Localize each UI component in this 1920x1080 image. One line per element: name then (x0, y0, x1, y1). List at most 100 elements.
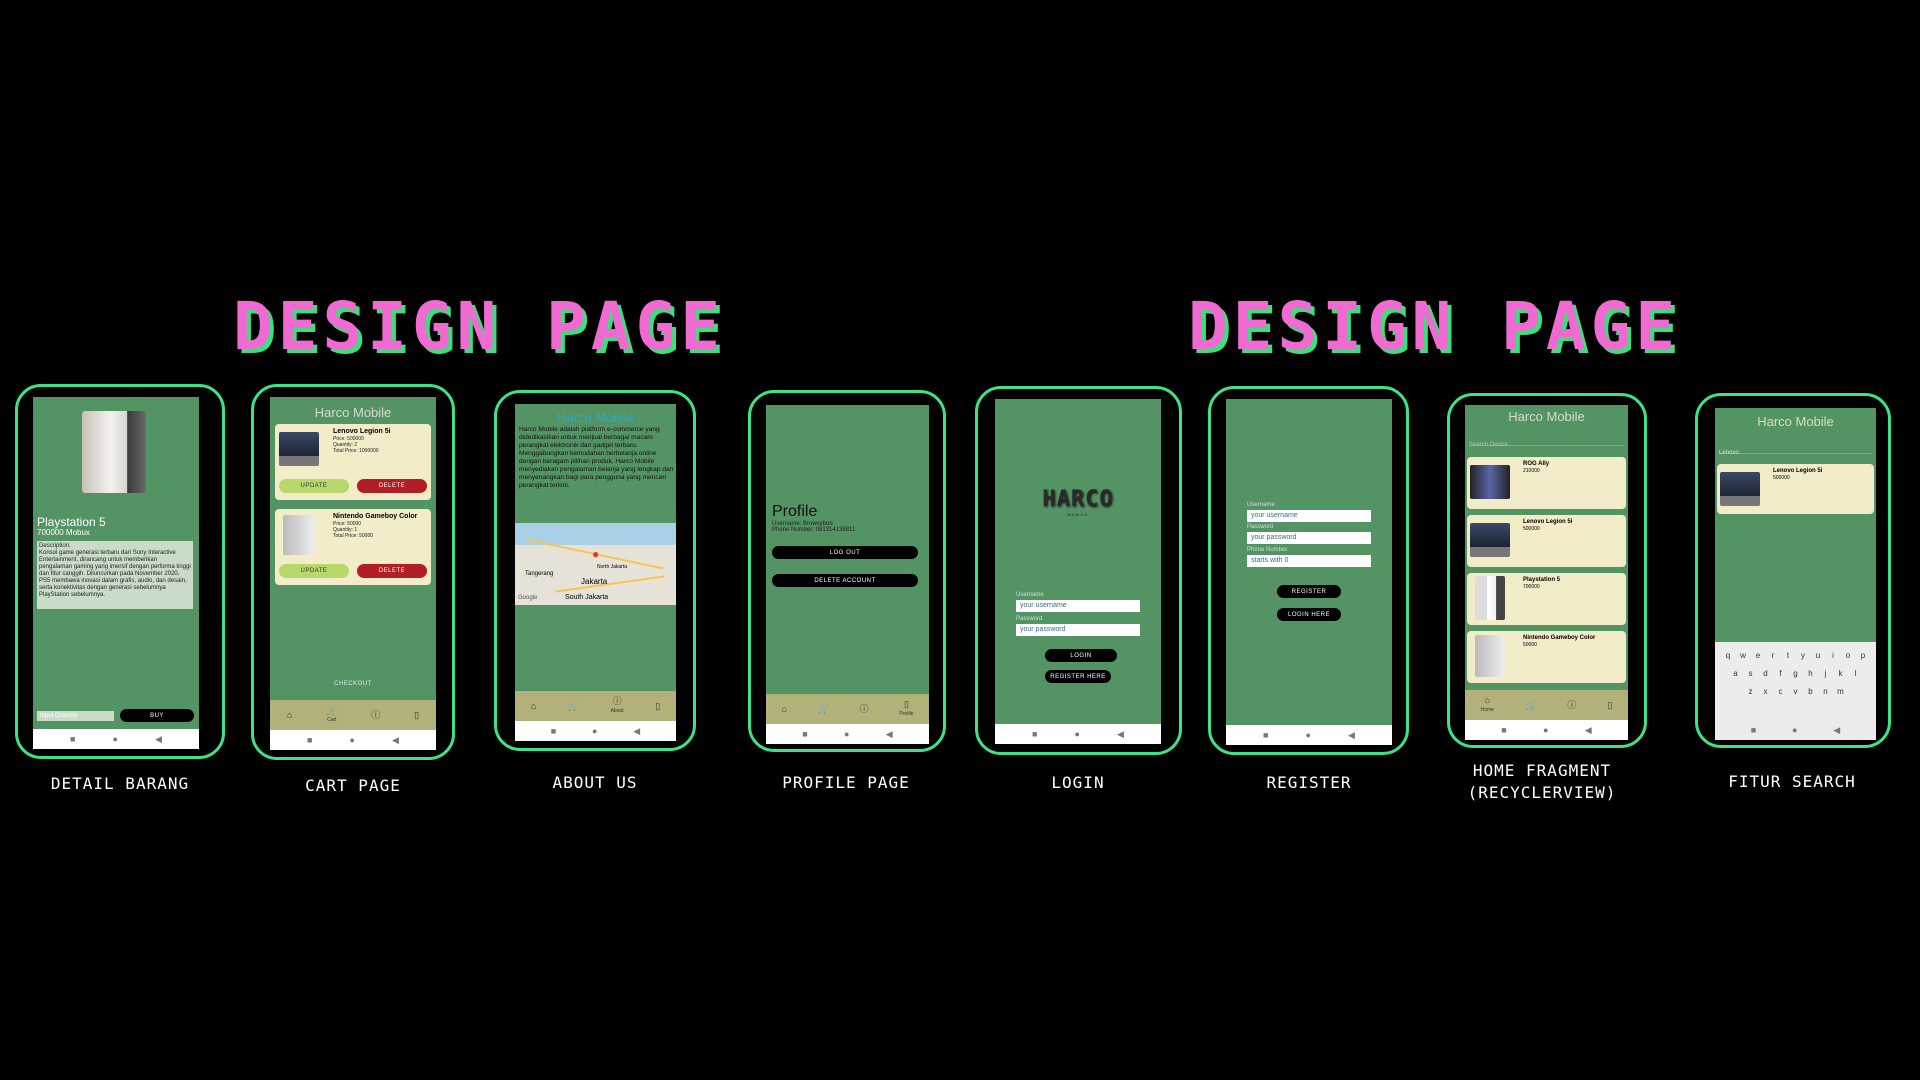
nav-home-icon[interactable]: ⌂ (287, 710, 292, 720)
home-nav-icon[interactable]: ● (592, 726, 597, 736)
home-nav-icon[interactable]: ● (1306, 730, 1311, 740)
delete-account-button[interactable]: DELETE ACCOUNT (772, 574, 918, 587)
key-q[interactable]: q (1721, 648, 1736, 664)
home-item-card[interactable]: Lenovo Legion 5i 500000 (1467, 515, 1626, 567)
soft-keyboard[interactable]: qwertyuiop asdfghjkl zxcvbnm (1715, 642, 1876, 720)
nav-home[interactable]: ⌂ Home (1481, 695, 1494, 715)
key-g[interactable]: g (1788, 666, 1803, 682)
key-t[interactable]: t (1781, 648, 1796, 664)
home-item-card[interactable]: ROG Ally 210000 (1467, 457, 1626, 509)
home-nav-icon[interactable]: ● (1792, 725, 1797, 735)
back-icon[interactable]: ◀ (886, 729, 893, 740)
back-icon[interactable]: ◀ (1117, 729, 1124, 740)
recents-icon[interactable]: ■ (802, 729, 807, 739)
key-f[interactable]: f (1773, 666, 1788, 682)
buy-button[interactable]: BUY (120, 709, 194, 722)
register-here-button[interactable]: REGISTER HERE (1045, 670, 1111, 683)
key-k[interactable]: k (1833, 666, 1848, 682)
delete-button[interactable]: DELETE (357, 564, 427, 578)
back-icon[interactable]: ◀ (1348, 730, 1355, 741)
home-nav-icon[interactable]: ● (113, 734, 118, 744)
nav-profile-icon[interactable]: ▯ (1607, 700, 1612, 710)
home-nav-icon[interactable]: ● (844, 729, 849, 739)
logout-button[interactable]: LOG OUT (772, 546, 918, 559)
key-v[interactable]: v (1788, 684, 1803, 700)
recents-icon[interactable]: ■ (1032, 729, 1037, 739)
delete-button[interactable]: DELETE (357, 479, 427, 493)
key-n[interactable]: n (1818, 684, 1833, 700)
key-l[interactable]: l (1848, 666, 1863, 682)
recents-icon[interactable]: ■ (1263, 730, 1268, 740)
home-item-card[interactable]: Playstation 5 700000 (1467, 573, 1626, 625)
nav-cart-icon[interactable]: 🛒 (1525, 700, 1536, 710)
key-w[interactable]: w (1736, 648, 1751, 664)
nav-cart-icon[interactable]: 🛒 (568, 701, 579, 711)
cart-item-image (279, 432, 319, 466)
nav-profile-icon[interactable]: ▯ (414, 710, 419, 720)
recents-icon[interactable]: ■ (70, 734, 75, 744)
key-r[interactable]: r (1766, 648, 1781, 664)
system-nav-bar: ■ ● ◀ (1715, 720, 1876, 740)
system-nav-bar: ■ ● ◀ (33, 729, 199, 749)
home-nav-icon[interactable]: ● (1543, 725, 1548, 735)
key-j[interactable]: j (1818, 666, 1833, 682)
nav-profile-icon[interactable]: ▯ (655, 701, 660, 711)
phone-field[interactable]: starts with 0 (1247, 555, 1371, 567)
search-bar[interactable]: Search Device (1469, 433, 1624, 448)
nav-home-icon[interactable]: ⌂ (781, 704, 786, 714)
key-c[interactable]: c (1773, 684, 1788, 700)
back-icon[interactable]: ◀ (155, 734, 162, 745)
nav-profile[interactable]: ▯ Profile (899, 699, 913, 719)
back-icon[interactable]: ◀ (1585, 725, 1592, 736)
nav-about-icon[interactable]: ⓘ (860, 704, 869, 714)
search-result-image (1720, 472, 1760, 506)
key-i[interactable]: i (1826, 648, 1841, 664)
update-button[interactable]: UPDATE (279, 479, 349, 493)
key-m[interactable]: m (1833, 684, 1848, 700)
recents-icon[interactable]: ■ (551, 726, 556, 736)
key-y[interactable]: y (1796, 648, 1811, 664)
home-nav-icon[interactable]: ● (1075, 729, 1080, 739)
key-s[interactable]: s (1743, 666, 1758, 682)
back-icon[interactable]: ◀ (633, 726, 640, 737)
key-o[interactable]: o (1841, 648, 1856, 664)
recents-icon[interactable]: ■ (1501, 725, 1506, 735)
register-button[interactable]: REGISTER (1277, 585, 1341, 598)
key-e[interactable]: e (1751, 648, 1766, 664)
nav-cart-icon[interactable]: 🛒 (818, 704, 829, 714)
key-a[interactable]: a (1728, 666, 1743, 682)
back-icon[interactable]: ◀ (1833, 725, 1840, 736)
key-b[interactable]: b (1803, 684, 1818, 700)
login-here-button[interactable]: LOGIN HERE (1277, 608, 1341, 621)
nav-about-icon[interactable]: ⓘ (371, 710, 380, 720)
nav-cart[interactable]: 🛒 Cart (326, 705, 337, 725)
search-bar[interactable]: Lenovo (1719, 441, 1872, 456)
map-view[interactable]: ● North Jakarta Tangerang Jakarta South … (515, 523, 676, 605)
quantity-input[interactable]: Input Quantity (37, 711, 114, 721)
home-nav-icon[interactable]: ● (350, 735, 355, 745)
key-x[interactable]: x (1758, 684, 1773, 700)
nav-about[interactable]: ⓘ About (611, 696, 624, 716)
checkout-button[interactable]: CHECKOUT (270, 681, 436, 687)
login-button[interactable]: LOGIN (1045, 649, 1117, 662)
key-h[interactable]: h (1803, 666, 1818, 682)
nav-about-icon[interactable]: ⓘ (1567, 700, 1576, 710)
username-field[interactable]: your username (1016, 600, 1140, 612)
home-item-card[interactable]: Nintendo Gameboy Color 50000 (1467, 631, 1626, 683)
key-d[interactable]: d (1758, 666, 1773, 682)
search-result-card[interactable]: Lenovo Legion 5i 500000 (1717, 464, 1874, 514)
cart-item-total: Total Price: 1000000 (333, 448, 379, 454)
username-field[interactable]: your username (1247, 510, 1371, 522)
recents-icon[interactable]: ■ (307, 735, 312, 745)
back-icon[interactable]: ◀ (392, 735, 399, 746)
key-z[interactable]: z (1743, 684, 1758, 700)
caption-search: FITUR SEARCH (1728, 772, 1856, 791)
recents-icon[interactable]: ■ (1751, 725, 1756, 735)
update-button[interactable]: UPDATE (279, 564, 349, 578)
password-field[interactable]: your password (1247, 532, 1371, 544)
caption-home: HOME FRAGMENT (RECYCLERVIEW) (1467, 761, 1617, 802)
key-u[interactable]: u (1811, 648, 1826, 664)
key-p[interactable]: p (1856, 648, 1871, 664)
password-field[interactable]: your password (1016, 624, 1140, 636)
nav-home-icon[interactable]: ⌂ (531, 701, 536, 711)
